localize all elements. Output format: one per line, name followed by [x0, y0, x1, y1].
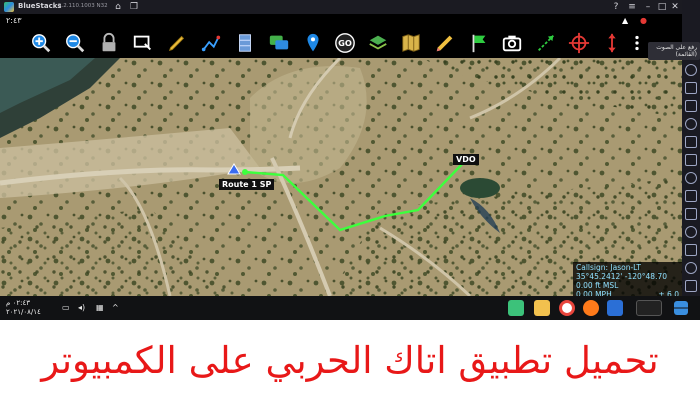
callsign: Callsign: Jason-LT	[576, 263, 641, 272]
app-name: BlueStacks	[18, 2, 62, 10]
emulator-window: BlueStacks 5.2.110.1003 N32 ⌂ ❐ ? ≡ – □ …	[0, 0, 700, 320]
map-layers-icon[interactable]	[366, 31, 390, 55]
multi-instance-icon[interactable]: ❐	[128, 1, 140, 13]
location-icon[interactable]	[685, 136, 697, 148]
layers-panel-icon[interactable]	[233, 31, 257, 55]
camera-icon[interactable]	[500, 31, 524, 55]
app-version: 5.2.110.1003 N32	[58, 3, 108, 9]
status-time: ٢:٤٣	[6, 16, 22, 25]
rectangle-select-icon[interactable]	[131, 31, 155, 55]
imagery-icon[interactable]	[399, 31, 423, 55]
keyboard-icon[interactable]	[685, 64, 697, 76]
search-box[interactable]	[636, 300, 662, 316]
lock-icon[interactable]	[97, 31, 121, 55]
close-icon[interactable]: ✕	[667, 0, 683, 14]
atak-toolbar: GO	[0, 28, 682, 58]
self-marker-info-panel[interactable]: Callsign: Jason-LT 35°45.2412' -120°48.7…	[573, 262, 682, 299]
sidebar-tooltip: رفع على الصوت (القائمة)	[648, 42, 700, 60]
coordinates: 35°45.2412' -120°48.70	[576, 272, 667, 281]
windows-start-icon[interactable]	[674, 301, 688, 315]
go-to-icon[interactable]: GO	[333, 31, 357, 55]
altitude: 0.00 ft MSL	[576, 281, 619, 290]
clock-date: ٢٠٢١/٠٨/١٤	[6, 308, 41, 316]
volume-down-icon[interactable]	[685, 100, 697, 112]
flag-icon[interactable]	[467, 31, 491, 55]
settings-icon[interactable]	[685, 280, 697, 292]
notification-icon: ▲	[622, 16, 629, 25]
crosshair-icon[interactable]	[567, 31, 591, 55]
notifications-icon[interactable]: ▭	[62, 303, 70, 312]
satellite-map[interactable]: Route 1 SP VDO	[0, 58, 682, 296]
zoom-out-icon[interactable]	[63, 31, 87, 55]
svg-text:GO: GO	[338, 38, 352, 48]
shake-icon[interactable]	[685, 172, 697, 184]
help-icon[interactable]: ?	[608, 0, 624, 14]
draw-icon[interactable]	[433, 31, 457, 55]
apk-icon[interactable]	[685, 226, 697, 238]
route-start-label[interactable]: Route 1 SP	[219, 179, 275, 190]
vdo-label[interactable]: VDO	[453, 154, 479, 165]
windows-taskbar: ٠٢:٤٣ م ٢٠٢١/٠٨/١٤ ▭ ◂) ▦ ^	[0, 296, 700, 320]
clock-time: ٠٢:٤٣ م	[6, 299, 30, 307]
app-icon: ●	[640, 16, 647, 25]
tray-chevron-icon[interactable]: ^	[112, 303, 119, 312]
bluestacks-title-bar: BlueStacks 5.2.110.1003 N32 ⌂ ❐ ? ≡ – □ …	[0, 0, 682, 14]
bearing-icon[interactable]	[534, 31, 558, 55]
eco-mode-icon[interactable]	[685, 262, 697, 274]
bluestacks-taskbar-icon[interactable]	[508, 300, 524, 316]
firefox-icon[interactable]	[583, 300, 599, 316]
bluestacks-logo-icon	[4, 2, 14, 12]
app-taskbar-icon[interactable]	[607, 300, 623, 316]
article-caption: تحميل تطبيق اتاك الحربي على الكمبيوتر	[41, 339, 659, 382]
folder-icon[interactable]	[685, 208, 697, 220]
camera-icon[interactable]	[685, 190, 697, 202]
map-pin-icon[interactable]	[301, 31, 325, 55]
macro-icon[interactable]	[685, 244, 697, 256]
volume-icon[interactable]: ◂)	[78, 303, 85, 312]
android-status-bar: ٢:٤٣ ▲ ●	[0, 14, 682, 28]
pencil-icon[interactable]	[165, 31, 189, 55]
route-icon[interactable]	[199, 31, 223, 55]
taskbar-clock[interactable]: ٠٢:٤٣ م ٢٠٢١/٠٨/١٤	[6, 299, 41, 317]
chat-icon[interactable]	[267, 31, 291, 55]
volume-up-icon[interactable]	[685, 82, 697, 94]
home-icon[interactable]: ⌂	[112, 1, 124, 13]
zoom-in-icon[interactable]	[29, 31, 53, 55]
chrome-icon[interactable]	[559, 300, 575, 316]
overflow-menu-icon[interactable]	[630, 31, 644, 55]
network-icon[interactable]: ▦	[96, 303, 104, 312]
file-explorer-icon[interactable]	[534, 300, 550, 316]
menu-icon[interactable]: ≡	[624, 0, 640, 14]
rotate-icon[interactable]	[685, 154, 697, 166]
elevation-icon[interactable]	[600, 31, 624, 55]
screen-icon[interactable]	[685, 118, 697, 130]
